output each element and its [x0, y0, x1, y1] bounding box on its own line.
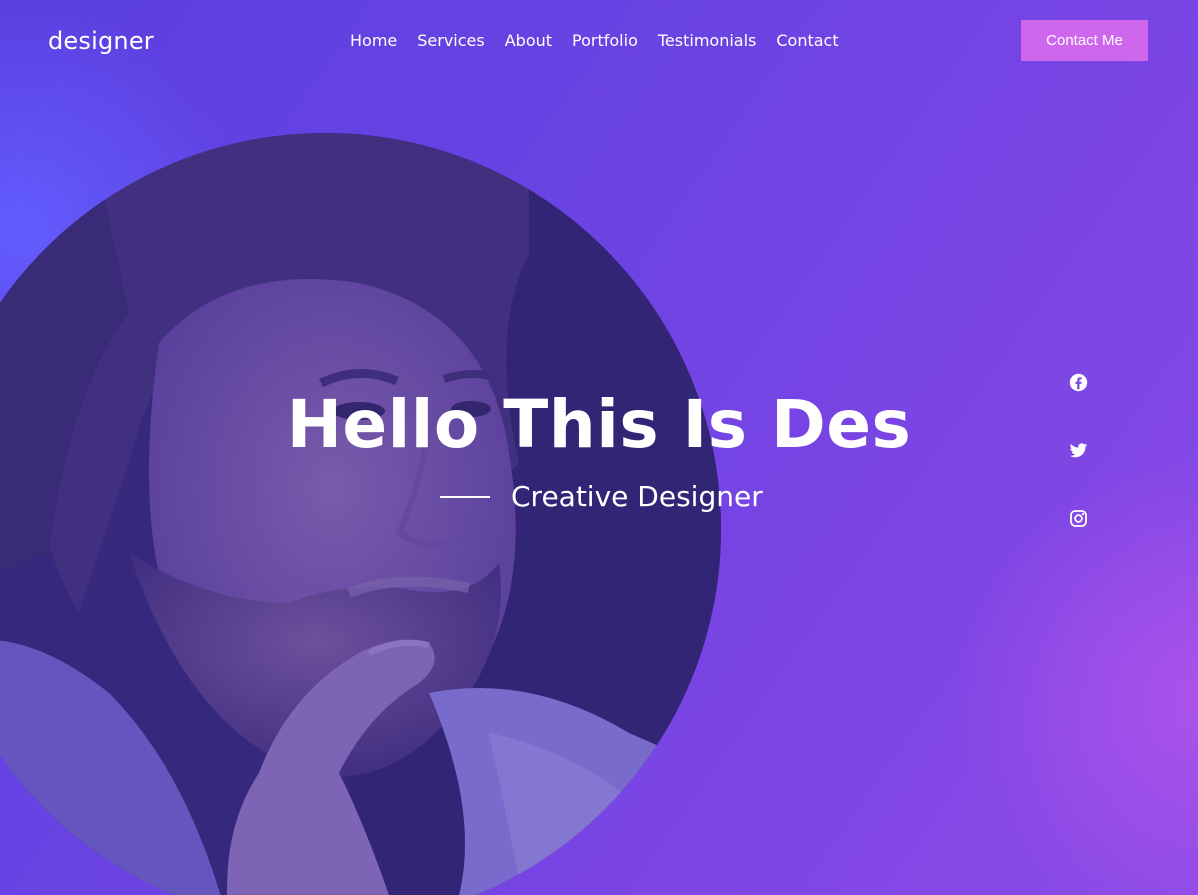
nav-link-about[interactable]: About	[505, 31, 552, 50]
subtitle-divider	[440, 495, 490, 498]
nav-link-portfolio[interactable]: Portfolio	[572, 31, 638, 50]
main-nav: Home Services About Portfolio Testimonia…	[340, 31, 849, 50]
nav-link-contact[interactable]: Contact	[776, 31, 838, 50]
nav-link-services[interactable]: Services	[417, 31, 484, 50]
contact-me-button[interactable]: Contact Me	[1021, 20, 1148, 61]
hero-subtitle-row: Creative Designer	[440, 480, 763, 513]
hero-page: designer Home Services About Portfolio T…	[0, 0, 1198, 895]
nav-link-home[interactable]: Home	[350, 31, 397, 50]
facebook-icon[interactable]	[1068, 372, 1089, 393]
nav-link-testimonials[interactable]: Testimonials	[658, 31, 757, 50]
social-links	[1068, 372, 1089, 576]
hero-portrait	[0, 133, 721, 895]
hero-title: Hello This Is Des	[286, 386, 912, 463]
twitter-icon[interactable]	[1068, 440, 1089, 461]
site-header: designer Home Services About Portfolio T…	[0, 0, 1198, 82]
site-logo[interactable]: designer	[48, 27, 154, 55]
hero-subtitle: Creative Designer	[511, 480, 763, 513]
instagram-icon[interactable]	[1068, 508, 1089, 529]
